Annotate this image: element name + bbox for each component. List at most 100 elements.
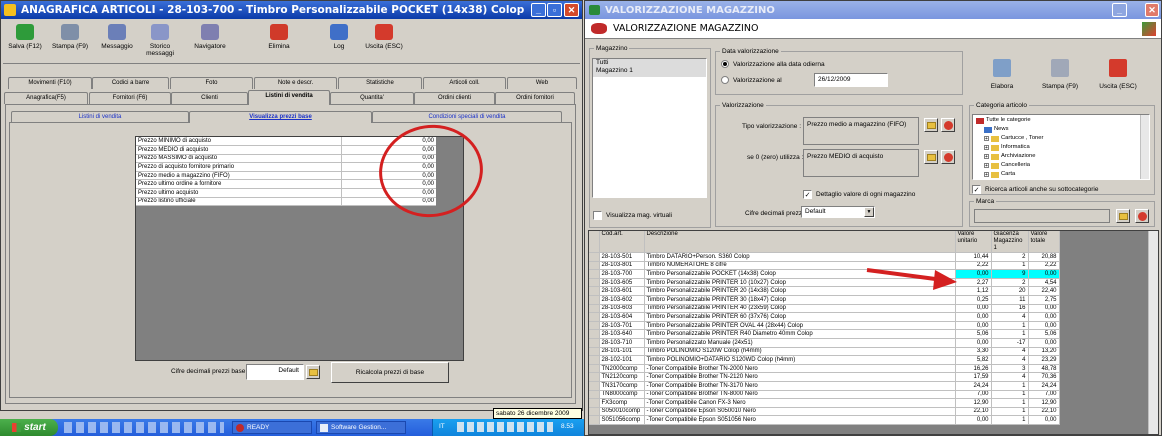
tab-ordini-fornitori[interactable]: Ordini fornitori (495, 92, 575, 104)
elimina-button[interactable]: Elimina (259, 22, 299, 62)
table-row[interactable]: 28-103-801 Timbro NUMERATORE 8 cifre 2,22 1… (589, 261, 1060, 271)
table-row[interactable]: 28-103-640 Timbro Personalizzabile PRINTE… (589, 329, 1060, 339)
recalc-button[interactable]: Ricalcola prezzi di base (331, 362, 449, 383)
grid-header[interactable]: Descrizione (644, 231, 956, 253)
table-row[interactable]: 28-103-700 Timbro Personalizzabile POCKET… (589, 269, 1060, 279)
grid-header[interactable]: Cod.art. (599, 231, 645, 253)
table-row[interactable]: 28-103-604 Timbro Personalizzabile PRINTE… (589, 312, 1060, 322)
magazzino-list[interactable]: Tutti Magazzino 1 (592, 58, 707, 198)
grid-cell: 28-103-605 (599, 278, 645, 288)
stampa-f9-button[interactable]: Stampa (F9) (50, 22, 90, 62)
tab-anagrafica-f5[interactable]: Anagrafica(F5) (4, 92, 88, 104)
category-item[interactable]: Tutte le categorie (976, 116, 1146, 125)
tab-quantita[interactable]: Quantita' (330, 92, 414, 104)
tab-listini-di-vendita[interactable]: Listini di vendita (248, 90, 330, 105)
radio-today[interactable]: Valorizzazione alla data odierna (721, 60, 825, 68)
folder-icon (926, 121, 936, 129)
expand-icon[interactable]: + (984, 145, 989, 151)
categoria-tree[interactable]: Tutte le categorie News + Cartucce , Toner +… (972, 114, 1150, 180)
category-item[interactable]: News (976, 125, 1146, 134)
expand-icon[interactable]: + (984, 136, 989, 142)
marca-field[interactable] (974, 209, 1110, 223)
navigatore-button[interactable]: Navigatore (190, 22, 230, 62)
tab-note-e-descr[interactable]: Note e descr. (254, 77, 337, 89)
marca-folder-button[interactable] (1116, 209, 1130, 223)
table-row[interactable]: 28-103-605 Timbro Personalizzabile PRINTE… (589, 278, 1060, 288)
tab-fornitori-f6[interactable]: Fornitori (F6) (89, 92, 171, 104)
radio-at[interactable]: Valorizzazione al (721, 76, 782, 84)
table-row[interactable]: 28-101-101 Timbro POLINOMIO S120W Colop (… (589, 347, 1060, 357)
zero-clear-button[interactable] (941, 150, 955, 164)
clock[interactable]: 8.53 (561, 423, 574, 430)
table-row[interactable]: TN2120comp -Toner Compatibile Brother TN-… (589, 372, 1060, 382)
close-button[interactable]: ✕ (564, 3, 579, 17)
tipo-folder-button[interactable] (924, 118, 938, 132)
table-row[interactable]: 28-103-603 Timbro Personalizzabile PRINTE… (589, 304, 1060, 314)
table-row[interactable]: 28-103-710 Timbro Personalizzato Manuale … (589, 338, 1060, 348)
tab-movimenti-f10[interactable]: Movimenti (F10) (8, 77, 92, 89)
tab-clienti[interactable]: Clienti (171, 92, 248, 104)
messaggio-button[interactable]: Messaggio (97, 22, 137, 62)
log-button[interactable]: Log (319, 22, 359, 62)
maximize-button[interactable]: ▫ (547, 3, 562, 17)
salva-f12-button[interactable]: Salva (F12) (5, 22, 45, 62)
tab-ordini-clienti[interactable]: Ordini clienti (414, 92, 495, 104)
expand-icon[interactable]: + (984, 172, 989, 178)
uscita-esc-button[interactable]: Uscita (ESC) (364, 22, 404, 62)
zero-field[interactable]: Prezzo MEDIO di acquisto (803, 149, 919, 177)
tab-statistiche[interactable]: Statistiche (338, 77, 422, 89)
elabora-button[interactable]: Elabora (975, 53, 1029, 97)
tab-web[interactable]: Web (507, 77, 577, 89)
table-row[interactable]: 28-103-601 Timbro Personalizzabile PRINTE… (589, 286, 1060, 296)
table-row[interactable]: S050010comp -Toner Compatibile Epson S050… (589, 407, 1060, 417)
table-row[interactable]: 28-103-602 Timbro Personalizzabile PRINTE… (589, 295, 1060, 305)
category-item[interactable]: + Informatica (976, 143, 1146, 152)
subtab-visualizza-prezzi-base[interactable]: Visualizza prezzi base (189, 111, 372, 123)
detail-checkbox[interactable]: ✓ Dettaglio valore di ogni magazzino (803, 190, 915, 199)
table-row[interactable]: 28-103-701 Timbro Personalizzabile PRINTE… (589, 321, 1060, 331)
expand-icon[interactable]: + (984, 163, 989, 169)
magazzino-item[interactable]: Magazzino 1 (593, 67, 706, 75)
storico-messaggi-button[interactable]: Storico messaggi (140, 22, 180, 62)
date-field[interactable]: 26/12/2009 (814, 73, 888, 87)
zero-folder-button[interactable] (924, 150, 938, 164)
sub-cat-checkbox[interactable]: ✓ Ricerca articoli anche su sottocategor… (972, 185, 1098, 194)
magazzino-item[interactable]: Tutti (593, 59, 706, 67)
grid-header[interactable]: Valore unitario (955, 231, 992, 253)
grid-header[interactable]: Valore totale (1028, 231, 1060, 253)
task-ready[interactable]: READY (232, 421, 312, 434)
tab-codici-a-barre[interactable]: Codici a barre (92, 77, 169, 89)
tree-scrollbar[interactable] (1140, 115, 1149, 179)
table-row[interactable]: TN2000comp -Toner Compatibile Brother TN-… (589, 364, 1060, 374)
decimals-select[interactable]: Default (246, 364, 304, 380)
table-row[interactable]: 28-102-101 Timbro POLINOMIO+DATARIO S120W… (589, 355, 1060, 365)
category-item[interactable]: + Cartucce , Toner (976, 134, 1146, 143)
category-item[interactable]: + Archiviazione (976, 152, 1146, 161)
category-item[interactable]: + Cancelleria (976, 161, 1146, 170)
table-row[interactable]: 28-103-501 Timbro DATARIO+Person. S360 Co… (589, 252, 1060, 262)
marca-clear-button[interactable] (1135, 209, 1149, 223)
start-button[interactable]: start (0, 419, 58, 436)
tab-articoli-coll[interactable]: Articoli coll. (423, 77, 506, 89)
right-minimize-button[interactable]: _ (1112, 3, 1127, 17)
lang-indicator[interactable]: IT (439, 423, 445, 430)
minimize-button[interactable]: _ (531, 3, 546, 17)
table-row[interactable]: S051056comp -Toner Compatibile Epson S051… (589, 415, 1060, 425)
table-row[interactable]: FX3comp -Toner Compatibile Canon FX-3 Ner… (589, 398, 1060, 408)
category-item[interactable]: + Carta (976, 170, 1146, 179)
right-close-button[interactable]: ✕ (1145, 3, 1159, 17)
tab-foto[interactable]: Foto (170, 77, 253, 89)
folder-button[interactable] (306, 365, 320, 379)
table-row[interactable]: TN3170comp -Toner Compatibile Brother TN-… (589, 381, 1060, 391)
tipo-clear-button[interactable] (941, 118, 955, 132)
uscita-esc-button[interactable]: Uscita (ESC) (1091, 53, 1145, 97)
table-row[interactable]: TN8000comp -Toner Compatibile Brother TN-… (589, 390, 1060, 400)
stampa-f9-button[interactable]: Stampa (F9) (1033, 53, 1087, 97)
grid-header[interactable]: Giacenza Magazzino 1 (991, 231, 1029, 253)
tipo-field[interactable]: Prezzo medio a magazzino (FIFO) (803, 117, 919, 145)
grid-scrollbar[interactable] (1148, 231, 1158, 434)
virtual-checkbox[interactable]: Visualizza mag. virtuali (593, 211, 672, 220)
expand-icon[interactable]: + (984, 154, 989, 160)
right-decimals-select[interactable]: Default ▼ (801, 206, 875, 218)
task-software[interactable]: Software Gestion... (316, 421, 406, 434)
